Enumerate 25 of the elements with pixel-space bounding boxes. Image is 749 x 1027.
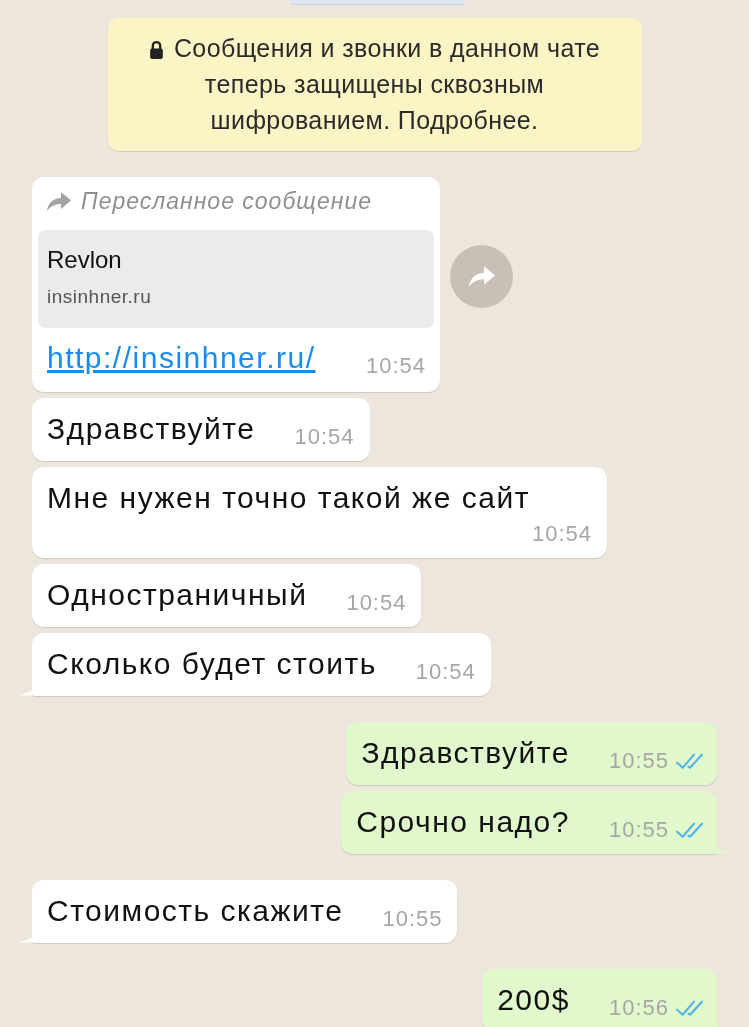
message-time: 10:54 (531, 523, 592, 545)
message-time: 10:54 (346, 592, 407, 614)
message-time: 10:54 (365, 355, 426, 377)
message-time: 10:56 (608, 997, 669, 1019)
preview-domain: insinhner.ru (47, 285, 152, 309)
message-text: Здравствуйте (361, 735, 570, 771)
message-text: Сколько будет стоить (47, 646, 377, 682)
message-text: 200$ (497, 982, 570, 1018)
forward-icon (468, 266, 495, 287)
link-preview[interactable]: Revlon insinhner.ru (38, 230, 434, 328)
forwarded-label: Пересланное сообщение (81, 187, 372, 216)
message-text: Мне нужен точно такой же сайт (47, 480, 530, 516)
message-time: 10:54 (294, 426, 355, 448)
message-time: 10:54 (415, 661, 476, 683)
preview-title: Revlon (47, 245, 122, 275)
lock-icon (148, 40, 164, 59)
message-text: Срочно надо? (356, 804, 570, 840)
message-text: Здравствуйте (47, 411, 256, 447)
message-time: 10:55 (382, 908, 443, 930)
notice-text: Сообщения и звонки в данном чате теперь защищены сквозным шифрованием. Подробнее. (173, 34, 601, 134)
forward-icon (47, 191, 71, 211)
message-time: 10:55 (608, 819, 669, 841)
message-text: Стоимость скажите (47, 893, 344, 929)
message-time: 10:55 (608, 750, 669, 772)
message-text: Одностраничный (47, 577, 308, 613)
